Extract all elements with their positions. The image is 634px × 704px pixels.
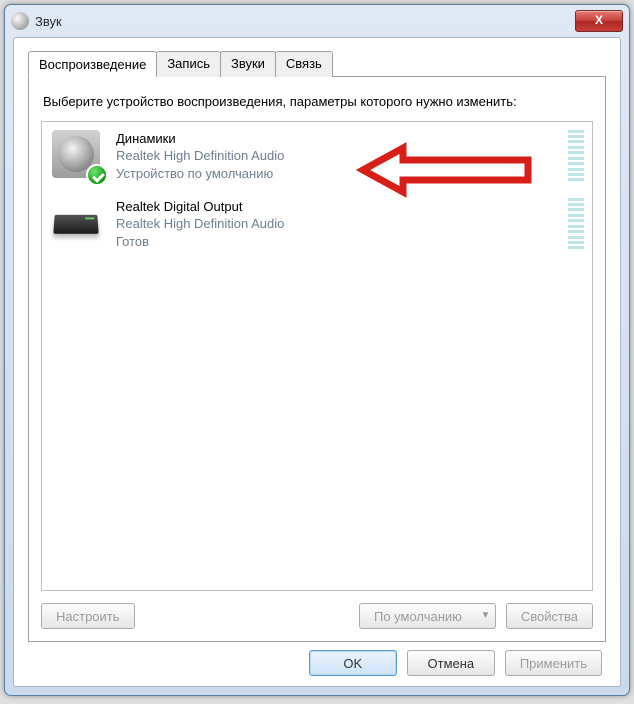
set-default-dropdown-button[interactable]: ▼ (476, 603, 496, 629)
device-driver: Realtek High Definition Audio (116, 147, 558, 165)
level-meter-icon (568, 128, 584, 184)
panel-button-bar: Настроить По умолчанию ▼ Свойства (41, 603, 593, 629)
device-text: Динамики Realtek High Definition Audio У… (116, 128, 558, 183)
dialog-button-bar: OK Отмена Применить (28, 642, 606, 676)
device-text: Realtek Digital Output Realtek High Defi… (116, 196, 558, 251)
tab-strip: Воспроизведение Запись Звуки Связь (28, 51, 606, 77)
device-title: Динамики (116, 130, 558, 148)
tab-sounds[interactable]: Звуки (220, 51, 276, 77)
titlebar: Звук X (5, 5, 629, 37)
device-title: Realtek Digital Output (116, 198, 558, 216)
sound-icon (11, 12, 29, 30)
device-status: Готов (116, 233, 558, 251)
set-default-button[interactable]: По умолчанию (359, 603, 477, 629)
digital-output-icon (50, 196, 106, 252)
device-driver: Realtek High Definition Audio (116, 215, 558, 233)
tab-playback[interactable]: Воспроизведение (28, 51, 157, 77)
device-row-digital-output[interactable]: Realtek Digital Output Realtek High Defi… (42, 190, 592, 258)
cancel-button[interactable]: Отмена (407, 650, 495, 676)
instruction-text: Выберите устройство воспроизведения, пар… (43, 93, 591, 111)
device-row-speakers[interactable]: Динамики Realtek High Definition Audio У… (42, 122, 592, 190)
ok-button[interactable]: OK (309, 650, 397, 676)
level-meter-icon (568, 196, 584, 252)
device-list[interactable]: Динамики Realtek High Definition Audio У… (41, 121, 593, 591)
configure-button[interactable]: Настроить (41, 603, 135, 629)
tab-recording[interactable]: Запись (156, 51, 221, 77)
device-status: Устройство по умолчанию (116, 165, 558, 183)
chevron-down-icon: ▼ (480, 610, 490, 621)
window-title: Звук (35, 14, 575, 29)
default-device-badge-icon (86, 164, 108, 186)
tab-communications[interactable]: Связь (275, 51, 333, 77)
sound-dialog: Звук X Воспроизведение Запись Звуки Связ… (4, 4, 630, 696)
client-area: Воспроизведение Запись Звуки Связь Выбер… (13, 37, 621, 687)
speaker-icon (50, 128, 106, 184)
tab-panel-playback: Выберите устройство воспроизведения, пар… (28, 76, 606, 642)
apply-button[interactable]: Применить (505, 650, 602, 676)
close-button[interactable]: X (575, 10, 623, 32)
properties-button[interactable]: Свойства (506, 603, 593, 629)
